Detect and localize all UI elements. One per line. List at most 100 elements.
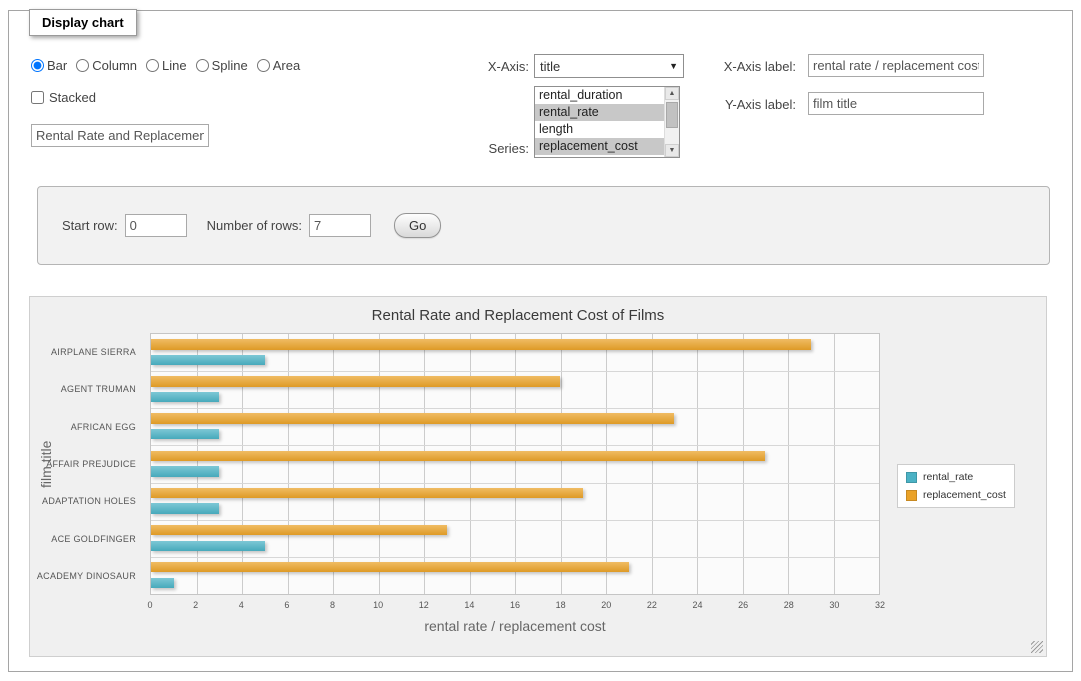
legend-label: replacement_cost (923, 489, 1006, 501)
x-axis-selected-value: title (540, 59, 560, 74)
legend-item: rental_rate (906, 471, 1006, 483)
chart-type-option-bar[interactable]: Bar (31, 58, 67, 73)
scroll-up-icon[interactable]: ▲ (665, 87, 679, 100)
category-label: ACADEMY DINOSAUR (30, 558, 143, 595)
x-tick-label: 24 (692, 600, 702, 610)
x-tick-label: 4 (239, 600, 244, 610)
x-tick-label: 30 (829, 600, 839, 610)
series-option-rental_rate[interactable]: rental_rate (535, 104, 664, 121)
series-option-replacement_cost[interactable]: replacement_cost (535, 138, 664, 155)
series-option-length[interactable]: length (535, 121, 664, 138)
stacked-checkbox[interactable] (31, 91, 44, 104)
y-axis-label-input[interactable] (808, 92, 984, 115)
stacked-label: Stacked (49, 90, 96, 105)
bar-rental_rate (151, 466, 219, 476)
x-axis-select-label: X-Axis: (429, 59, 529, 74)
x-tick-label: 8 (330, 600, 335, 610)
bar-group (151, 520, 879, 557)
panel-title[interactable]: Display chart (29, 9, 137, 36)
legend-swatch (906, 472, 917, 483)
start-row-label: Start row: (62, 218, 118, 233)
bar-replacement_cost (151, 525, 447, 535)
chart-type-label: Spline (212, 58, 248, 73)
chart-type-radio-area[interactable] (257, 59, 270, 72)
series-scrollbar[interactable]: ▲ ▼ (664, 87, 679, 157)
chart-title: Rental Rate and Replacement Cost of Film… (30, 307, 1006, 324)
bar-group (151, 483, 879, 520)
bar-group (151, 371, 879, 408)
x-tick-label: 22 (647, 600, 657, 610)
x-axis-select[interactable]: title ▼ (534, 54, 684, 78)
x-tick-label: 26 (738, 600, 748, 610)
x-tick-label: 12 (419, 600, 429, 610)
series-option-rental_duration[interactable]: rental_duration (535, 87, 664, 104)
series-options: rental_durationrental_ratelengthreplacem… (535, 87, 664, 157)
bar-rental_rate (151, 429, 219, 439)
chart-type-radio-column[interactable] (76, 59, 89, 72)
x-tick-label: 6 (284, 600, 289, 610)
bar-group (151, 408, 879, 445)
go-button[interactable]: Go (394, 213, 441, 238)
x-tick-label: 10 (373, 600, 383, 610)
x-axis-label-label: X-Axis label: (692, 59, 796, 74)
chart-title-input[interactable] (31, 124, 209, 147)
bar-replacement_cost (151, 562, 629, 572)
plot-area (150, 333, 880, 595)
bar-replacement_cost (151, 376, 560, 386)
x-axis-label-input[interactable] (808, 54, 984, 77)
chart-type-option-column[interactable]: Column (76, 58, 137, 73)
num-rows-label: Number of rows: (207, 218, 302, 233)
chart-type-option-line[interactable]: Line (146, 58, 187, 73)
chart-type-radio-bar[interactable] (31, 59, 44, 72)
chart-type-label: Line (162, 58, 187, 73)
x-tick-row: 02468101214161820222426283032 (150, 600, 880, 613)
bar-replacement_cost (151, 413, 674, 423)
x-tick-label: 14 (464, 600, 474, 610)
start-row-input[interactable] (125, 214, 187, 237)
x-tick-label: 0 (147, 600, 152, 610)
x-tick-label: 2 (193, 600, 198, 610)
stacked-option[interactable]: Stacked (31, 90, 96, 105)
bar-rental_rate (151, 392, 219, 402)
resize-handle-icon[interactable] (1031, 641, 1043, 653)
chart-type-label: Bar (47, 58, 67, 73)
category-label: AFRICAN EGG (30, 408, 143, 445)
legend-item: replacement_cost (906, 489, 1006, 501)
bar-replacement_cost (151, 451, 765, 461)
chart-type-radio-line[interactable] (146, 59, 159, 72)
x-tick-label: 28 (784, 600, 794, 610)
series-select-label: Series: (429, 141, 529, 156)
x-tick-label: 16 (510, 600, 520, 610)
chart-legend: rental_rate replacement_cost (897, 464, 1015, 508)
bar-group (151, 334, 879, 371)
display-chart-panel: Display chart Bar Column Line Spline Area St… (8, 10, 1073, 672)
legend-label: rental_rate (923, 471, 973, 483)
category-label: AFFAIR PREJUDICE (30, 445, 143, 482)
bar-replacement_cost (151, 339, 811, 349)
category-label: AGENT TRUMAN (30, 370, 143, 407)
bar-group (151, 445, 879, 482)
x-axis-title: rental rate / replacement cost (150, 618, 880, 634)
scroll-down-icon[interactable]: ▼ (665, 144, 679, 157)
x-tick-label: 32 (875, 600, 885, 610)
x-tick-label: 20 (601, 600, 611, 610)
category-label: ACE GOLDFINGER (30, 520, 143, 557)
chart-type-option-area[interactable]: Area (257, 58, 300, 73)
category-label: AIRPLANE SIERRA (30, 333, 143, 370)
scrollbar-thumb[interactable] (666, 102, 678, 128)
rows-form: Start row: Number of rows: Go (37, 186, 1050, 265)
chart-type-label: Column (92, 58, 137, 73)
x-tick-label: 18 (556, 600, 566, 610)
chart-type-radio-spline[interactable] (196, 59, 209, 72)
bar-replacement_cost (151, 488, 583, 498)
bar-rental_rate (151, 541, 265, 551)
num-rows-input[interactable] (309, 214, 371, 237)
chart-type-label: Area (273, 58, 300, 73)
chart-type-option-spline[interactable]: Spline (196, 58, 248, 73)
bar-group (151, 557, 879, 594)
category-labels: AIRPLANE SIERRAAGENT TRUMANAFRICAN EGGAF… (30, 333, 143, 595)
series-multiselect[interactable]: rental_durationrental_ratelengthreplacem… (534, 86, 680, 158)
chevron-down-icon: ▼ (669, 61, 678, 71)
bar-rental_rate (151, 355, 265, 365)
chart-type-group: Bar Column Line Spline Area (31, 58, 309, 73)
